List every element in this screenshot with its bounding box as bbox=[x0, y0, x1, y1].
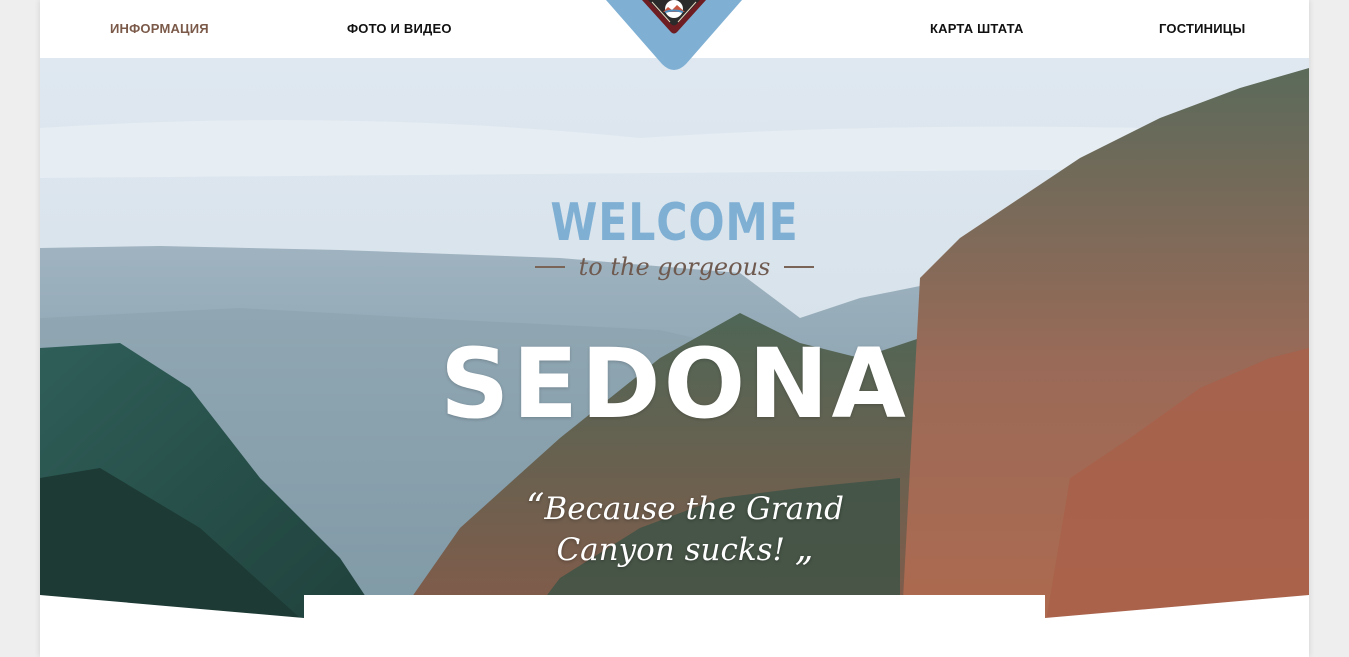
quote-open-mark: “ bbox=[526, 487, 545, 528]
nav-item-state-map[interactable]: КАРТА ШТАТА bbox=[930, 21, 1024, 36]
nav-item-hotels[interactable]: ГОСТИНИЦЫ bbox=[1159, 21, 1245, 36]
tagline-dash-right bbox=[784, 266, 815, 268]
hero-tagline: to the gorgeous bbox=[578, 253, 771, 281]
tagline-dash-left bbox=[534, 266, 565, 268]
nav-item-photo-video[interactable]: ФОТО И ВИДЕО bbox=[347, 21, 452, 36]
hero-banner: WELCOME to the gorgeous SEDONA “Because … bbox=[40, 58, 1309, 657]
quote-line-1: Because the Grand bbox=[544, 491, 844, 527]
page: ИНФОРМАЦИЯ ФОТО И ВИДЕО КАРТА ШТАТА ГОСТ… bbox=[40, 0, 1309, 657]
nav-item-info[interactable]: ИНФОРМАЦИЯ bbox=[110, 21, 209, 36]
quote-close-mark: „ bbox=[794, 528, 814, 569]
city-seal-icon bbox=[606, 0, 742, 70]
city-logo[interactable] bbox=[606, 0, 742, 70]
hero-tagline-row: to the gorgeous bbox=[40, 253, 1309, 281]
hero-title: SEDONA bbox=[440, 328, 909, 440]
quote-line-2: Canyon sucks! bbox=[556, 532, 786, 568]
hero-quote: “Because the Grand Canyon sucks! „ bbox=[525, 488, 845, 570]
hero-welcome-heading: WELCOME bbox=[550, 193, 799, 253]
